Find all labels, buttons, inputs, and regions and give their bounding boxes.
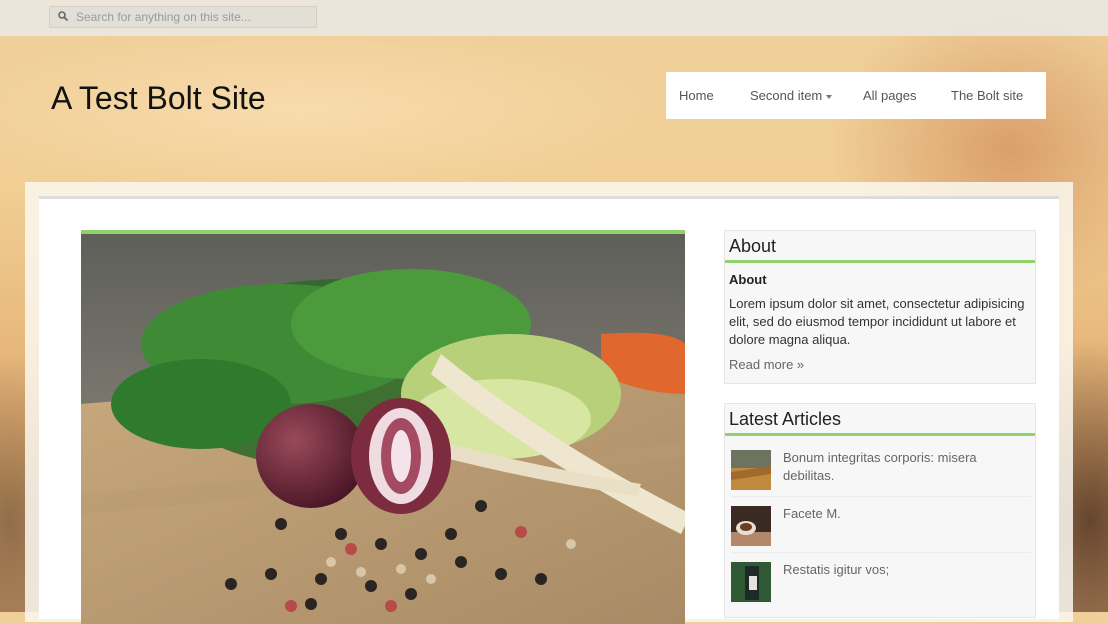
- featured-image[interactable]: [81, 230, 685, 624]
- site-title[interactable]: A Test Bolt Site: [51, 80, 266, 117]
- article-title[interactable]: Bonum integritas corporis: misera debili…: [783, 449, 1023, 485]
- divider: [731, 552, 1031, 553]
- search-icon: [58, 11, 68, 21]
- article-thumbnail[interactable]: [731, 506, 771, 546]
- nav-item-the-bolt-site[interactable]: The Bolt site: [951, 88, 1023, 103]
- read-more-link[interactable]: Read more »: [729, 357, 1035, 372]
- article-title[interactable]: Restatis igitur vos;: [783, 561, 1023, 579]
- nav-item-all-pages[interactable]: All pages: [863, 88, 916, 103]
- latest-articles-heading: Latest Articles: [725, 404, 1035, 436]
- article-thumbnail[interactable]: [731, 450, 771, 490]
- article-title[interactable]: Facete M.: [783, 505, 1023, 523]
- about-heading: About: [725, 231, 1035, 263]
- search-box[interactable]: [49, 6, 317, 28]
- top-bar: [0, 0, 1108, 36]
- latest-articles-widget: Latest Articles Bonum integritas corpori…: [724, 403, 1036, 618]
- divider: [731, 496, 1031, 497]
- nav-item-second-item-label: Second item: [750, 88, 823, 103]
- nav-item-home[interactable]: Home: [679, 88, 714, 103]
- vegetables-photo: [81, 234, 685, 624]
- main-navigation: Home Second item All pages The Bolt site: [666, 72, 1046, 119]
- article-item[interactable]: Bonum integritas corporis: misera debili…: [731, 450, 1031, 492]
- about-widget: About About Lorem ipsum dolor sit amet, …: [724, 230, 1036, 384]
- caret-down-icon: [826, 94, 833, 99]
- article-item[interactable]: Facete M.: [731, 506, 1031, 548]
- about-subheading: About: [729, 272, 767, 287]
- article-item[interactable]: Restatis igitur vos;: [731, 562, 1031, 604]
- nav-item-second-item[interactable]: Second item: [750, 88, 833, 103]
- article-thumbnail[interactable]: [731, 562, 771, 602]
- search-input[interactable]: [76, 8, 312, 26]
- about-text: Lorem ipsum dolor sit amet, consectetur …: [729, 296, 1025, 347]
